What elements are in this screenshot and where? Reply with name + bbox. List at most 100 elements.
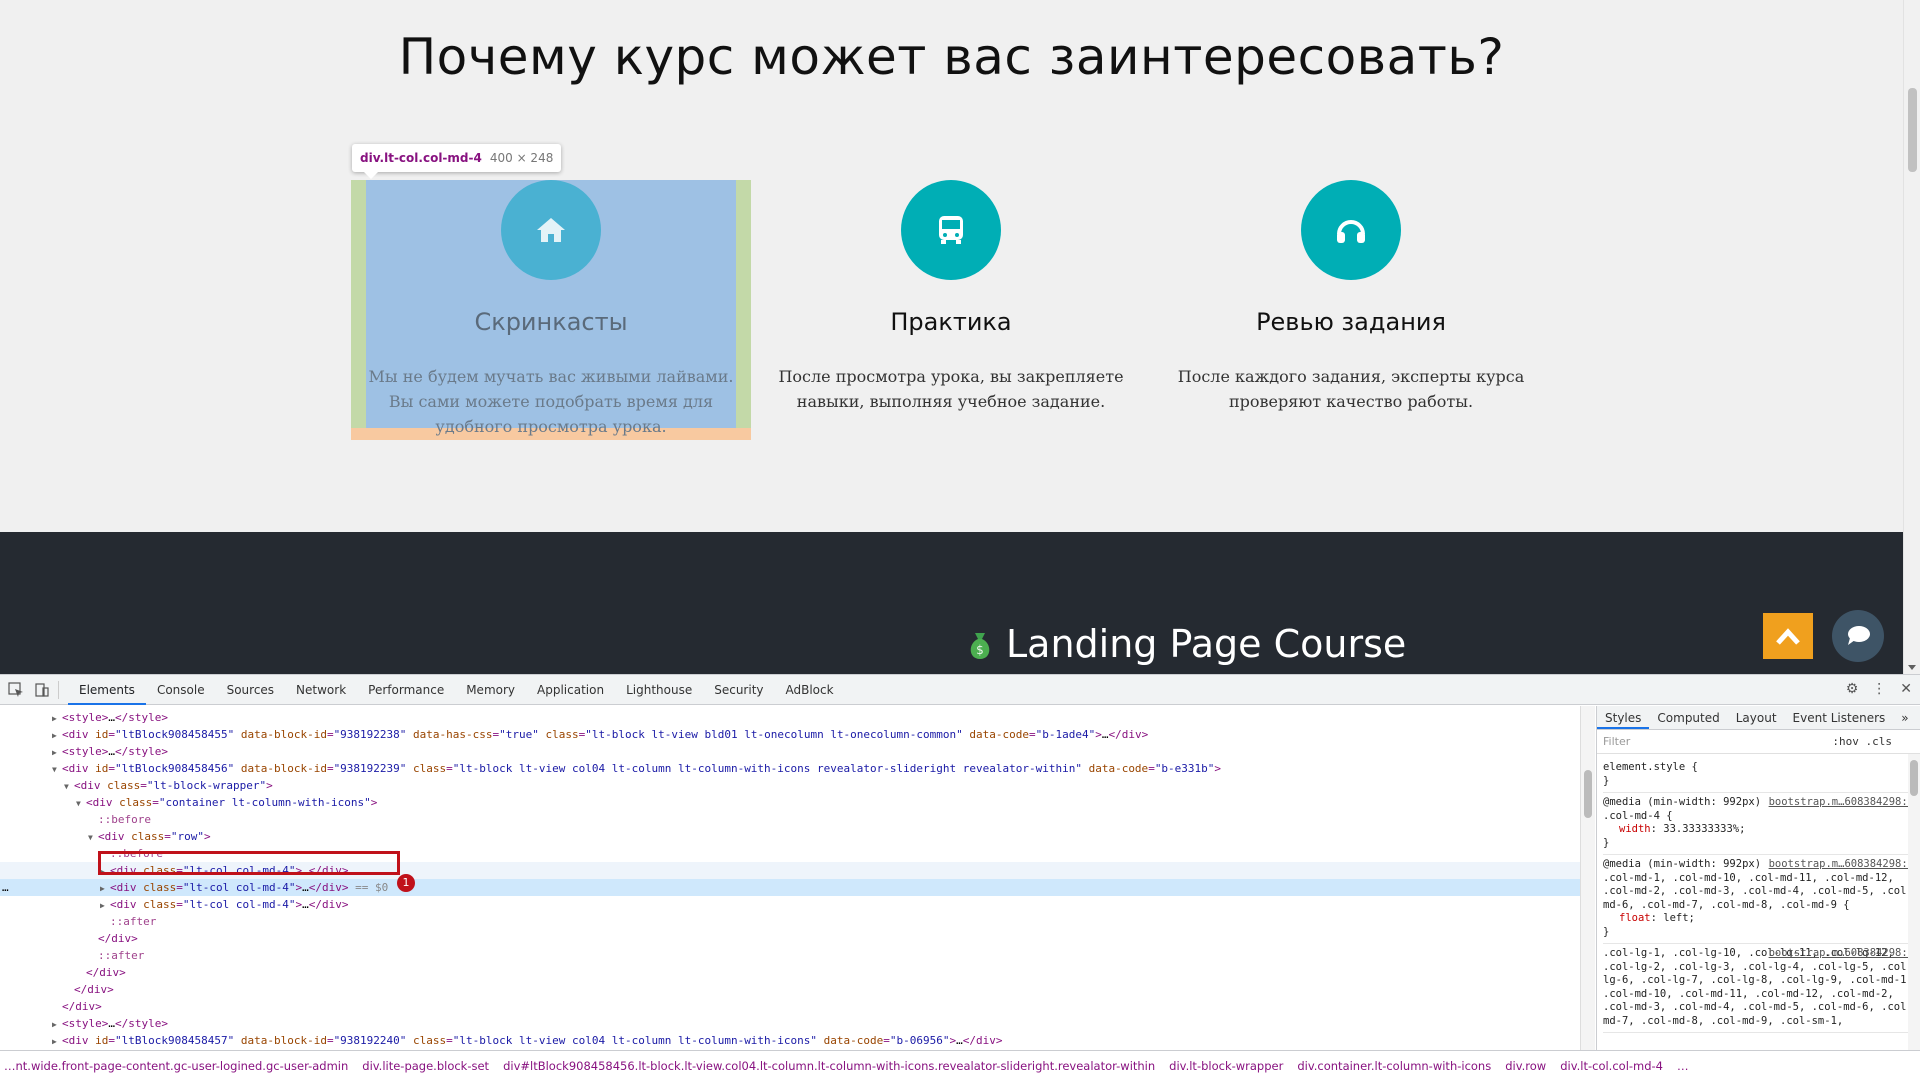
- breadcrumb-item[interactable]: …: [1677, 1059, 1689, 1073]
- css-property[interactable]: width: 33.33333333%;: [1603, 823, 1914, 837]
- tab-console[interactable]: Console: [146, 675, 216, 705]
- dom-node-row[interactable]: ▼ <div id="ltBlock908458456" data-block-i…: [52, 760, 1221, 777]
- css-rule-close: }: [1603, 774, 1610, 787]
- tooltip-dims: 400 × 248: [489, 151, 554, 165]
- dom-node-row[interactable]: ▶ <div class="lt-col col-md-4">…</div> ==…: [100, 879, 388, 896]
- devtools-tabs: Elements Console Sources Network Perform…: [68, 675, 845, 705]
- tab-adblock[interactable]: AdBlock: [775, 675, 845, 705]
- scroll-top-button[interactable]: [1763, 613, 1813, 659]
- elements-tree: ▶ <style>…</style> ▶ <div id="ltBlock908458…: [0, 706, 1580, 1051]
- annotation-highlight-box: [98, 851, 400, 875]
- dom-node-row[interactable]: ▶<style>…</style>: [52, 1015, 168, 1032]
- tab-memory[interactable]: Memory: [455, 675, 526, 705]
- dom-node-row[interactable]: ::after: [100, 913, 156, 930]
- tab-security[interactable]: Security: [703, 675, 774, 705]
- close-icon[interactable]: ✕: [1900, 681, 1912, 697]
- elements-scrollbar[interactable]: [1580, 706, 1595, 1051]
- breadcrumb-item[interactable]: …nt.wide.front-page-content.gc-user-logi…: [4, 1059, 348, 1073]
- css-selector[interactable]: element.style {: [1603, 761, 1914, 775]
- tab-lighthouse[interactable]: Lighthouse: [615, 675, 703, 705]
- device-toolbar-icon[interactable]: [34, 682, 50, 698]
- breadcrumb-item[interactable]: div.lite-page.block-set: [362, 1059, 489, 1073]
- breadcrumb-item[interactable]: div.lt-block-wrapper: [1169, 1059, 1283, 1073]
- devtools-toolbar: Elements Console Sources Network Perform…: [0, 675, 1920, 705]
- tab-performance[interactable]: Performance: [357, 675, 455, 705]
- page-scrollbar[interactable]: [1903, 0, 1920, 674]
- tab-layout[interactable]: Layout: [1728, 706, 1785, 729]
- feature-desc: После просмотра урока, вы закрепляете на…: [778, 367, 1124, 411]
- breadcrumb-item[interactable]: div#ltBlock908458456.lt-block.lt-view.co…: [503, 1059, 1155, 1073]
- devtools-controls: ⚙ ⋮ ✕: [1846, 681, 1912, 697]
- dom-node-row[interactable]: ▼ <div class="lt-block-wrapper">: [64, 777, 273, 794]
- css-property[interactable]: float: left;: [1603, 912, 1914, 926]
- dom-node-row[interactable]: ▶ <div id="ltBlock908458457" data-block-i…: [52, 1032, 1003, 1049]
- section-title: Почему курс может вас заинтересовать?: [398, 28, 1505, 86]
- expand-triangle-icon[interactable]: ▼: [52, 761, 62, 778]
- expand-triangle-icon[interactable]: ▶: [52, 727, 62, 744]
- dom-node-row[interactable]: ▶ <div id="ltBlock908458455" data-block-i…: [52, 726, 1148, 743]
- dark-section: [0, 532, 1903, 674]
- row-more-icon[interactable]: …: [2, 879, 9, 896]
- css-rule-close: }: [1603, 925, 1610, 938]
- css-source-link[interactable]: bootstrap.m…608384298:5: [1769, 796, 1914, 810]
- feature-desc: Мы не будем мучать вас живыми лайвами. В…: [368, 367, 734, 436]
- more-options-icon[interactable]: ⋮: [1872, 681, 1886, 697]
- styles-filter-input[interactable]: Filter :hov .cls: [1597, 730, 1920, 754]
- tab-styles[interactable]: Styles: [1597, 706, 1650, 729]
- expand-triangle-icon[interactable]: ▶: [52, 744, 62, 761]
- tab-event-listeners[interactable]: Event Listeners: [1785, 706, 1894, 729]
- tab-sources[interactable]: Sources: [216, 675, 285, 705]
- breadcrumb-item[interactable]: div.container.lt-column-with-icons: [1297, 1059, 1491, 1073]
- dom-node-row[interactable]: ▶<style>…</style>: [52, 743, 168, 760]
- feature-practice: Практика После просмотра урока, вы закре…: [751, 180, 1151, 414]
- tab-more[interactable]: »: [1893, 706, 1916, 729]
- styles-scrollbar-thumb[interactable]: [1910, 760, 1918, 796]
- dom-node-row[interactable]: </div>: [76, 964, 126, 981]
- inspect-element-icon[interactable]: [8, 682, 24, 698]
- breadcrumb-item[interactable]: div.row: [1505, 1059, 1546, 1073]
- dom-node-row[interactable]: </div>: [64, 981, 114, 998]
- expand-triangle-icon[interactable]: ▶: [100, 897, 110, 914]
- styles-rules: element.style {} bootstrap.m…608384298:5 @…: [1597, 754, 1920, 1037]
- css-rule: bootstrap.m…608384298:5 .col-lg-1, .col-l…: [1603, 944, 1914, 1033]
- elements-scrollbar-thumb[interactable]: [1584, 770, 1592, 818]
- filter-toggles[interactable]: :hov .cls: [1832, 735, 1892, 748]
- money-bag-icon: $: [966, 626, 994, 659]
- expand-triangle-icon[interactable]: ▶: [100, 880, 110, 897]
- css-selector[interactable]: .col-md-1, .col-md-10, .col-md-11, .col-…: [1603, 872, 1914, 913]
- css-source-link[interactable]: bootstrap.m…608384298:5: [1769, 858, 1914, 872]
- tab-network[interactable]: Network: [285, 675, 357, 705]
- feature-review: Ревью задания После каждого задания, экс…: [1151, 180, 1551, 414]
- landing-title: $ Landing Page Course: [966, 622, 1406, 666]
- styles-scrollbar[interactable]: [1908, 754, 1920, 1051]
- tab-elements[interactable]: Elements: [68, 675, 146, 705]
- expand-triangle-icon[interactable]: ▶: [52, 1033, 62, 1050]
- bus-icon: [901, 180, 1001, 280]
- settings-gear-icon[interactable]: ⚙: [1846, 681, 1859, 697]
- expand-triangle-icon[interactable]: ▶: [52, 1016, 62, 1033]
- scroll-down-arrow-icon[interactable]: [1908, 665, 1916, 670]
- dom-node-row[interactable]: ::before: [88, 811, 151, 828]
- css-source-link[interactable]: bootstrap.m…608384298:5: [1769, 947, 1914, 961]
- expand-triangle-icon[interactable]: ▼: [76, 795, 86, 812]
- expand-triangle-icon[interactable]: ▼: [64, 778, 74, 795]
- page-scrollbar-thumb[interactable]: [1908, 88, 1917, 172]
- dom-node-row[interactable]: ▼ <div class="container lt-column-with-ic…: [76, 794, 377, 811]
- headphones-icon: [1301, 180, 1401, 280]
- dom-node-row[interactable]: ▼ <div class="row">: [88, 828, 211, 845]
- expand-triangle-icon[interactable]: ▼: [88, 829, 98, 846]
- landing-title-text: Landing Page Course: [1006, 622, 1407, 666]
- chevron-up-icon: [1776, 628, 1800, 645]
- css-selector[interactable]: .col-md-4 {: [1603, 810, 1914, 824]
- tab-computed[interactable]: Computed: [1649, 706, 1727, 729]
- feature-title: Скринкасты: [474, 308, 628, 336]
- breadcrumb-item[interactable]: div.lt-col.col-md-4: [1560, 1059, 1663, 1073]
- dom-node-row[interactable]: </div>: [88, 930, 138, 947]
- tab-application[interactable]: Application: [526, 675, 615, 705]
- dom-node-row[interactable]: ▶ <div class="lt-col col-md-4">…</div>: [100, 896, 348, 913]
- dom-node-row[interactable]: ::after: [88, 947, 144, 964]
- dom-node-row[interactable]: ▶<style>…</style>: [52, 709, 168, 726]
- expand-triangle-icon[interactable]: ▶: [52, 710, 62, 727]
- dom-node-row[interactable]: </div>: [52, 998, 102, 1015]
- chat-button[interactable]: [1832, 610, 1884, 662]
